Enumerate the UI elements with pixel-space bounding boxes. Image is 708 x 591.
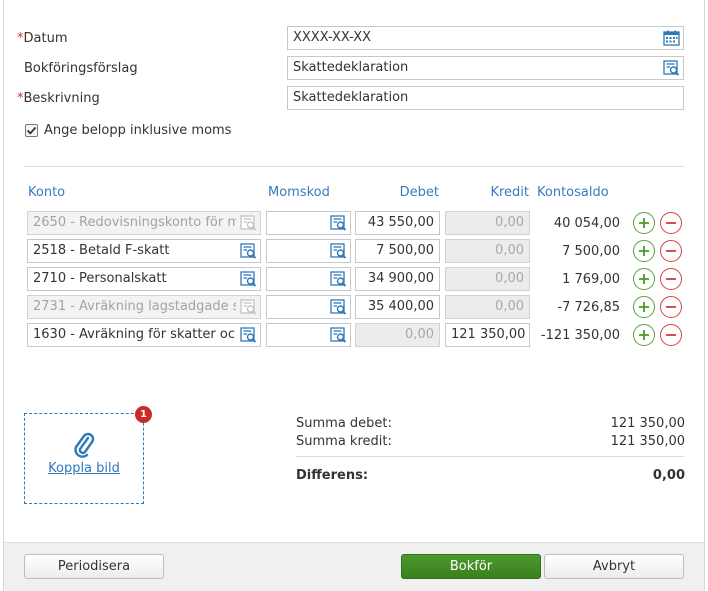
- account-text: 2710 - Personalskatt: [33, 271, 167, 286]
- attach-image-link[interactable]: Koppla bild: [25, 461, 143, 476]
- account-field: 2650 - Redovisningskonto för moms: [27, 211, 261, 235]
- remove-row-button[interactable]: [660, 212, 682, 234]
- vat-code-field[interactable]: [266, 267, 351, 291]
- account-balance: 40 054,00: [553, 216, 620, 231]
- sum-debit-value: 121 350,00: [610, 416, 685, 431]
- date-field[interactable]: XXXX-XX-XX: [287, 26, 684, 50]
- attach-image-dropzone[interactable]: Koppla bild: [24, 413, 144, 504]
- account-balance: 1 769,00: [562, 272, 620, 287]
- debit-field[interactable]: 34 900,00: [355, 267, 440, 291]
- add-row-button[interactable]: [633, 268, 655, 290]
- minus-icon: [666, 278, 676, 280]
- minus-icon: [666, 334, 676, 336]
- account-lookup-icon[interactable]: [240, 243, 257, 259]
- remove-row-button[interactable]: [660, 240, 682, 262]
- checkmark-icon: [26, 126, 37, 135]
- attachment-count-badge: 1: [135, 406, 152, 423]
- vat-lookup-icon[interactable]: [330, 327, 347, 343]
- remove-row-button[interactable]: [660, 268, 682, 290]
- add-row-button[interactable]: [633, 212, 655, 234]
- vat-code-field[interactable]: [266, 211, 351, 235]
- summary-divider: [296, 456, 684, 457]
- debit-field[interactable]: 7 500,00: [355, 239, 440, 263]
- plus-icon: [639, 218, 649, 228]
- credit-field[interactable]: 121 350,00: [445, 323, 530, 347]
- debit-field[interactable]: 35 400,00: [355, 295, 440, 319]
- sum-credit-label: Summa kredit:: [296, 434, 392, 449]
- diff-value: 0,00: [652, 468, 685, 483]
- account-balance: -121 350,00: [540, 328, 620, 343]
- account-text: 2518 - Betald F-skatt: [33, 243, 170, 258]
- description-label: *Beskrivning: [17, 91, 100, 106]
- vat-code-field[interactable]: [266, 239, 351, 263]
- plus-icon: [639, 302, 649, 312]
- add-row-button[interactable]: [633, 240, 655, 262]
- vat-lookup-icon[interactable]: [330, 215, 347, 231]
- account-field[interactable]: 2518 - Betald F-skatt: [27, 239, 261, 263]
- minus-icon: [666, 250, 676, 252]
- remove-row-button[interactable]: [660, 324, 682, 346]
- diff-label: Differens:: [296, 468, 369, 483]
- plus-icon: [639, 274, 649, 284]
- header-account[interactable]: Konto: [28, 185, 65, 200]
- vat-inclusive-label: Ange belopp inklusive moms: [44, 123, 232, 138]
- add-row-button[interactable]: [633, 296, 655, 318]
- account-lookup-icon[interactable]: [240, 327, 257, 343]
- account-lookup-icon: [240, 299, 257, 315]
- account-field[interactable]: 1630 - Avräkning för skatter och avgifte…: [27, 323, 261, 347]
- account-field: 2731 - Avräkning lagstadgade sociala avg…: [27, 295, 261, 319]
- debit-field[interactable]: 0,00: [355, 323, 440, 347]
- header-debit[interactable]: Debet: [355, 185, 439, 200]
- account-field[interactable]: 2710 - Personalskatt: [27, 267, 261, 291]
- add-row-button[interactable]: [633, 324, 655, 346]
- account-balance: -7 726,85: [557, 300, 620, 315]
- minus-icon: [666, 222, 676, 224]
- credit-field[interactable]: 0,00: [445, 267, 530, 291]
- calendar-icon[interactable]: [663, 30, 680, 46]
- header-credit[interactable]: Kredit: [445, 185, 529, 200]
- template-field[interactable]: Skattedeklaration: [287, 56, 684, 80]
- header-vat-code[interactable]: Momskod: [268, 185, 330, 200]
- account-balance: 7 500,00: [562, 244, 620, 259]
- header-balance[interactable]: Kontosaldo: [537, 185, 609, 200]
- description-field[interactable]: Skattedeklaration: [287, 86, 684, 110]
- divider: [24, 166, 684, 167]
- vat-code-field[interactable]: [266, 323, 351, 347]
- credit-field[interactable]: 0,00: [445, 211, 530, 235]
- remove-row-button[interactable]: [660, 296, 682, 318]
- vat-lookup-icon[interactable]: [330, 299, 347, 315]
- vat-code-field[interactable]: [266, 295, 351, 319]
- account-text: 2650 - Redovisningskonto för moms: [33, 215, 236, 230]
- sum-credit-value: 121 350,00: [610, 434, 685, 449]
- vat-lookup-icon[interactable]: [330, 243, 347, 259]
- periodize-button[interactable]: Periodisera: [24, 554, 164, 579]
- template-label: Bokföringsförslag: [24, 61, 138, 76]
- plus-icon: [639, 246, 649, 256]
- account-lookup-icon: [240, 215, 257, 231]
- lookup-icon[interactable]: [663, 60, 680, 76]
- vat-lookup-icon[interactable]: [330, 271, 347, 287]
- account-text: 1630 - Avräkning för skatter och avgifte…: [33, 327, 236, 342]
- account-lookup-icon[interactable]: [240, 271, 257, 287]
- paperclip-icon: [74, 432, 95, 458]
- credit-field[interactable]: 0,00: [445, 239, 530, 263]
- minus-icon: [666, 306, 676, 308]
- sum-debit-label: Summa debet:: [296, 416, 392, 431]
- date-label: *Datum: [17, 31, 68, 46]
- account-text: 2731 - Avräkning lagstadgade sociala avg…: [33, 299, 236, 314]
- vat-inclusive-checkbox[interactable]: [25, 124, 38, 137]
- cancel-button[interactable]: Avbryt: [544, 554, 684, 579]
- debit-field[interactable]: 43 550,00: [355, 211, 440, 235]
- plus-icon: [639, 330, 649, 340]
- credit-field[interactable]: 0,00: [445, 295, 530, 319]
- post-button[interactable]: Bokför: [401, 554, 541, 579]
